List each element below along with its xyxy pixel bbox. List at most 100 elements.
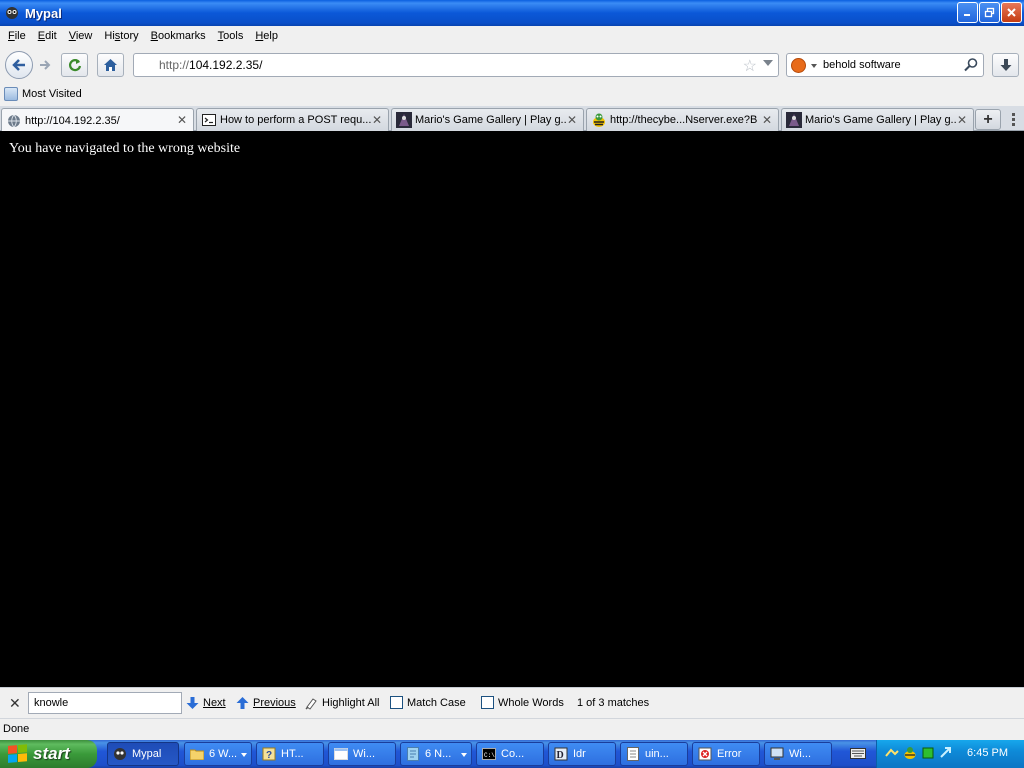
whole-words-box[interactable] xyxy=(481,696,494,709)
system-tray: 6:45 PM xyxy=(876,740,1024,768)
svg-text:?: ? xyxy=(266,750,272,761)
menu-help[interactable]: Help xyxy=(249,26,284,46)
tab-close-icon[interactable]: ✕ xyxy=(567,113,577,127)
bookmark-star-icon[interactable]: ☆ xyxy=(743,56,757,76)
menu-bar: File Edit View History Bookmarks Tools H… xyxy=(0,26,1024,46)
url-text[interactable]: http://104.192.2.35/ xyxy=(159,58,262,72)
download-icon xyxy=(1000,59,1011,71)
bee-icon xyxy=(591,112,607,128)
taskbar-item-mypal[interactable]: Mypal xyxy=(107,742,179,766)
close-button[interactable] xyxy=(1001,2,1022,23)
tab-label: How to perform a POST requ... xyxy=(220,114,372,126)
bookmark-folder-icon xyxy=(4,87,18,101)
reload-icon xyxy=(68,59,81,72)
notepad-icon xyxy=(405,746,421,762)
task-label: HT... xyxy=(281,748,304,760)
minimize-button[interactable] xyxy=(957,2,978,23)
window-icon xyxy=(333,746,349,762)
new-tab-button[interactable]: + xyxy=(975,109,1001,130)
clock[interactable]: 6:45 PM xyxy=(967,747,1008,759)
taskbar-item-uin[interactable]: uin... xyxy=(620,742,688,766)
back-button[interactable] xyxy=(5,51,33,79)
keyboard-icon[interactable] xyxy=(850,747,866,763)
back-icon xyxy=(12,59,25,71)
computer-icon xyxy=(769,746,785,762)
home-button[interactable] xyxy=(97,53,124,77)
tab-active[interactable]: http://104.192.2.35/ ✕ xyxy=(1,108,194,132)
find-input[interactable]: knowle xyxy=(28,692,182,714)
taskbar-item-idr[interactable]: D Idr xyxy=(548,742,616,766)
tab-close-icon[interactable]: ✕ xyxy=(177,113,187,127)
tab-close-icon[interactable]: ✕ xyxy=(957,113,967,127)
svg-text:D: D xyxy=(557,750,564,761)
taskbar-item-cmd[interactable]: C:\ Co... xyxy=(476,742,544,766)
close-icon xyxy=(1007,8,1016,17)
highlight-all-label: Highlight All xyxy=(322,697,380,709)
reload-button[interactable] xyxy=(61,53,88,77)
tab-post-request[interactable]: How to perform a POST requ... ✕ xyxy=(196,108,389,131)
search-engine-icon[interactable] xyxy=(791,58,806,73)
menu-file[interactable]: File xyxy=(2,26,32,46)
find-previous-button[interactable]: Previous xyxy=(236,696,296,710)
find-bar: ✕ knowle Next Previous Highlight All Mat… xyxy=(0,687,1024,718)
taskbar-item-window[interactable]: Wi... xyxy=(328,742,396,766)
highlight-all-button[interactable]: Highlight All xyxy=(304,696,379,710)
find-next-button[interactable]: Next xyxy=(186,696,226,710)
start-button[interactable]: start xyxy=(0,740,97,768)
svg-text:C:\: C:\ xyxy=(484,752,495,759)
restore-button[interactable] xyxy=(979,2,1000,23)
tab-thecybe-server[interactable]: http://thecybe...Nserver.exe?B ✕ xyxy=(586,108,779,131)
bookmark-most-visited[interactable]: Most Visited xyxy=(4,87,82,101)
terminal-icon xyxy=(201,112,217,128)
tab-label: http://thecybe...Nserver.exe?B xyxy=(610,114,758,126)
match-case-checkbox[interactable]: Match Case xyxy=(390,696,466,709)
menu-view[interactable]: View xyxy=(63,26,99,46)
menu-history[interactable]: History xyxy=(98,26,144,46)
tab-marios-gallery-2[interactable]: Mario's Game Gallery | Play g... ✕ xyxy=(781,108,974,131)
arrow-tray-icon[interactable] xyxy=(939,746,953,763)
url-bar[interactable]: http://104.192.2.35/ ☆ xyxy=(133,53,779,77)
folder-icon xyxy=(189,746,205,762)
search-input[interactable]: behold software xyxy=(823,59,901,71)
match-case-box[interactable] xyxy=(390,696,403,709)
game-thumbnail-icon xyxy=(786,112,802,128)
task-label: Wi... xyxy=(353,748,375,760)
task-label: Idr xyxy=(573,748,586,760)
tab-list-menu-icon[interactable] xyxy=(1006,110,1020,128)
menu-tools[interactable]: Tools xyxy=(212,26,250,46)
tab-close-icon[interactable]: ✕ xyxy=(762,113,772,127)
menu-edit[interactable]: Edit xyxy=(32,26,63,46)
magnifier-icon[interactable] xyxy=(963,57,979,73)
forward-icon xyxy=(40,60,51,70)
window-titlebar[interactable]: Mypal xyxy=(0,0,1024,26)
search-bar[interactable]: behold software xyxy=(786,53,984,77)
whole-words-label: Whole Words xyxy=(498,696,564,709)
whole-words-checkbox[interactable]: Whole Words xyxy=(481,696,564,709)
document-icon xyxy=(625,746,641,762)
download-button[interactable] xyxy=(992,53,1019,77)
tab-close-icon[interactable]: ✕ xyxy=(372,113,382,127)
globe-icon xyxy=(6,113,22,129)
forward-button[interactable] xyxy=(35,55,55,75)
bee-tray-icon[interactable] xyxy=(903,746,917,763)
help-icon: ? xyxy=(261,746,277,762)
task-label: uin... xyxy=(645,748,669,760)
taskbar-item-explorer-group[interactable]: 6 W... xyxy=(184,742,252,766)
task-label: Error xyxy=(717,748,742,760)
taskbar: start Mypal 6 W... ? HT... Wi... 6 N... … xyxy=(0,740,1024,768)
search-engine-dropdown-icon[interactable] xyxy=(811,64,817,68)
tab-marios-gallery[interactable]: Mario's Game Gallery | Play g... ✕ xyxy=(391,108,584,131)
minimize-icon xyxy=(964,14,970,16)
find-close-icon[interactable]: ✕ xyxy=(9,695,21,712)
taskbar-item-notepad-group[interactable]: 6 N... xyxy=(400,742,472,766)
mypal-icon xyxy=(112,746,128,762)
network-icon[interactable] xyxy=(885,746,899,763)
taskbar-item-computer[interactable]: Wi... xyxy=(764,742,832,766)
arrow-down-icon xyxy=(186,697,199,709)
find-result-count: 1 of 3 matches xyxy=(577,697,650,709)
menu-bookmarks[interactable]: Bookmarks xyxy=(145,26,212,46)
taskbar-item-help[interactable]: ? HT... xyxy=(256,742,324,766)
green-square-icon[interactable] xyxy=(921,746,935,763)
url-history-dropdown-icon[interactable] xyxy=(763,60,773,66)
taskbar-item-error[interactable]: Error xyxy=(692,742,760,766)
